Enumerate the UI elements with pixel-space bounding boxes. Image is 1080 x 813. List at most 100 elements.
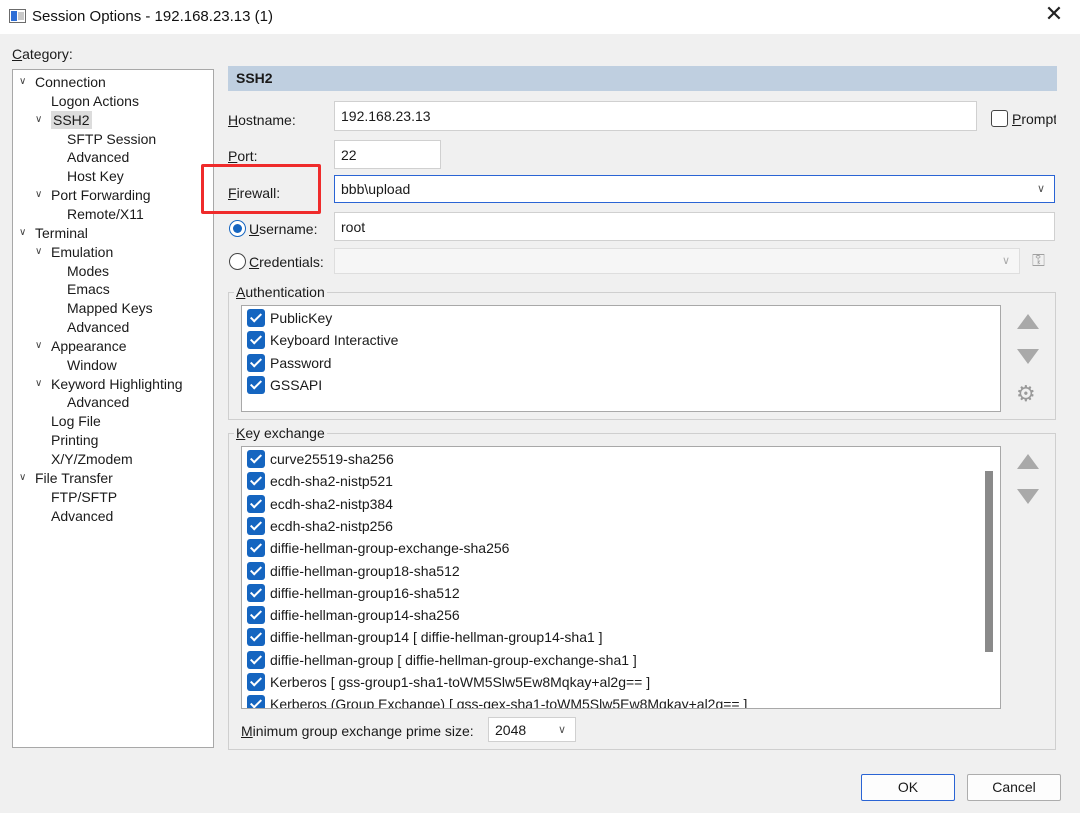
list-item-label: Kerberos (Group Exchange) [ gss-gex-sha1… [270, 696, 748, 709]
category-tree[interactable]: ∨ Connection Logon Actions ∨ SSH2 SFTP Sessio… [12, 69, 214, 748]
tree-item-label: Port Forwarding [51, 187, 151, 204]
app-window-icon [9, 9, 26, 23]
chevron-down-icon: ∨ [1002, 254, 1011, 267]
list-item-label: Keyboard Interactive [270, 332, 399, 349]
checkbox-checked[interactable] [247, 516, 265, 535]
highlight-annotation [201, 164, 321, 214]
port-field[interactable]: 22 [334, 140, 441, 169]
chevron-down-icon[interactable]: ∨ [35, 114, 45, 125]
list-item-label: diffie-hellman-group18-sha512 [270, 562, 460, 579]
min-prime-combobox[interactable]: 2048 ∨ [488, 717, 576, 742]
tree-item-label: Host Key [67, 168, 124, 185]
authentication-title: Authentication [234, 284, 327, 300]
category-label: Category: [12, 46, 73, 62]
chevron-down-icon[interactable]: ∨ [35, 246, 45, 257]
tree-item-label: Connection [35, 74, 106, 90]
move-down-icon[interactable] [1016, 487, 1040, 507]
chevron-down-icon[interactable]: ∨ [35, 378, 45, 389]
tree-item-label: Logon Actions [51, 92, 139, 109]
checkbox-checked[interactable] [247, 561, 265, 580]
move-up-icon[interactable] [1016, 452, 1040, 472]
hostname-label: Hostname: [228, 112, 296, 128]
move-down-icon[interactable] [1016, 347, 1040, 367]
tree-item-label: SSH2 [51, 110, 92, 129]
title-bar: Session Options - 192.168.23.13 (1) ✕ [0, 0, 1080, 34]
checkbox-checked[interactable] [247, 450, 265, 468]
tree-item-label: Remote/X11 [67, 205, 144, 222]
checkbox-checked[interactable] [247, 673, 265, 691]
credentials-radio[interactable] [229, 253, 246, 270]
authentication-list[interactable]: PublicKey Keyboard Interactive Password GSS… [241, 305, 1001, 412]
min-prime-value: 2048 [495, 722, 527, 738]
list-item-label: GSSAPI [270, 376, 323, 393]
tree-item-label: Log File [51, 413, 101, 430]
tree-item-label: File Transfer [35, 469, 113, 486]
tree-item-label: Appearance [51, 337, 127, 354]
tree-item-label: Mapped Keys [67, 300, 153, 317]
list-item-label: ecdh-sha2-nistp256 [270, 517, 393, 534]
checkbox-checked[interactable] [247, 628, 265, 647]
list-item-label: curve25519-sha256 [270, 451, 394, 467]
list-item-label: diffie-hellman-group16-sha512 [270, 584, 460, 601]
checkbox-checked[interactable] [247, 472, 265, 491]
tree-item-label: Emulation [51, 243, 114, 260]
chevron-down-icon: ∨ [1037, 182, 1046, 195]
key-icon[interactable]: ⚿ [1032, 251, 1045, 271]
list-item-label: PublicKey [270, 310, 333, 326]
tree-item-label: SFTP Session [67, 130, 157, 147]
checkbox-checked[interactable] [247, 606, 265, 625]
username-radio[interactable] [229, 220, 246, 237]
port-label: Port: [228, 148, 258, 164]
checkbox-checked[interactable] [247, 375, 265, 394]
credentials-combobox[interactable]: ∨ [334, 248, 1020, 274]
hostname-field[interactable]: 192.168.23.13 [334, 101, 977, 131]
firewall-value: bbb\upload [341, 181, 411, 197]
list-item-label: diffie-hellman-group [ diffie-hellman-gr… [270, 651, 637, 668]
prompt-checkbox[interactable] [991, 110, 1008, 127]
chevron-down-icon[interactable]: ∨ [35, 190, 45, 200]
chevron-down-icon[interactable]: ∨ [35, 340, 45, 351]
credentials-label: Credentials: [249, 254, 324, 270]
list-item-label: diffie-hellman-group14 [ diffie-hellman-… [270, 629, 603, 646]
checkbox-checked[interactable] [247, 539, 265, 558]
prompt-label: Prompt [1012, 111, 1056, 127]
username-field[interactable]: root [334, 212, 1055, 241]
tree-item-label: FTP/SFTP [51, 488, 118, 505]
chevron-down-icon[interactable]: ∨ [19, 77, 29, 87]
tree-item-label: Emacs [67, 281, 110, 298]
scrollbar-thumb[interactable] [985, 471, 993, 652]
key-exchange-list[interactable]: curve25519-sha256 ecdh-sha2-nistp521 ecdh-… [241, 446, 1001, 709]
tree-item-label: Printing [51, 432, 99, 449]
tree-item-label: Advanced [67, 394, 130, 411]
list-item-label: ecdh-sha2-nistp521 [270, 473, 393, 490]
section-header: SSH2 [228, 66, 1057, 91]
ok-button[interactable]: OK [861, 774, 955, 801]
gear-icon[interactable]: ⚙ [1016, 382, 1036, 407]
tree-item-label: Modes [67, 262, 110, 279]
tree-item-label: Advanced [67, 149, 130, 166]
chevron-down-icon[interactable]: ∨ [19, 227, 29, 238]
move-up-icon[interactable] [1016, 312, 1040, 332]
window-title: Session Options - 192.168.23.13 (1) [32, 8, 273, 25]
checkbox-checked[interactable] [247, 353, 265, 372]
username-label: Username: [249, 221, 318, 237]
firewall-combobox[interactable]: bbb\upload ∨ [334, 175, 1055, 203]
dialog-body: Category: ∨ Connection Logon Actions ∨ SSH2 S… [0, 34, 1080, 813]
checkbox-checked[interactable] [247, 331, 265, 350]
checkbox-checked[interactable] [247, 583, 265, 602]
tree-item-label: Advanced [51, 507, 114, 524]
checkbox-checked[interactable] [247, 494, 265, 513]
checkbox-checked[interactable] [247, 695, 265, 708]
close-icon[interactable]: ✕ [1043, 4, 1065, 27]
chevron-down-icon[interactable]: ∨ [19, 472, 29, 483]
tree-item-label: X/Y/Zmodem [51, 451, 133, 467]
tree-item-label: Window [67, 356, 117, 373]
checkbox-checked[interactable] [247, 650, 265, 669]
cancel-button[interactable]: Cancel [967, 774, 1061, 801]
checkbox-checked[interactable] [247, 309, 265, 327]
list-item-label: diffie-hellman-group14-sha256 [270, 607, 460, 624]
min-prime-label: Minimum group exchange prime size: [241, 723, 474, 739]
list-item-label: Password [270, 354, 332, 371]
key-exchange-title: Key exchange [234, 425, 327, 441]
tree-item-label: Advanced [67, 319, 130, 336]
